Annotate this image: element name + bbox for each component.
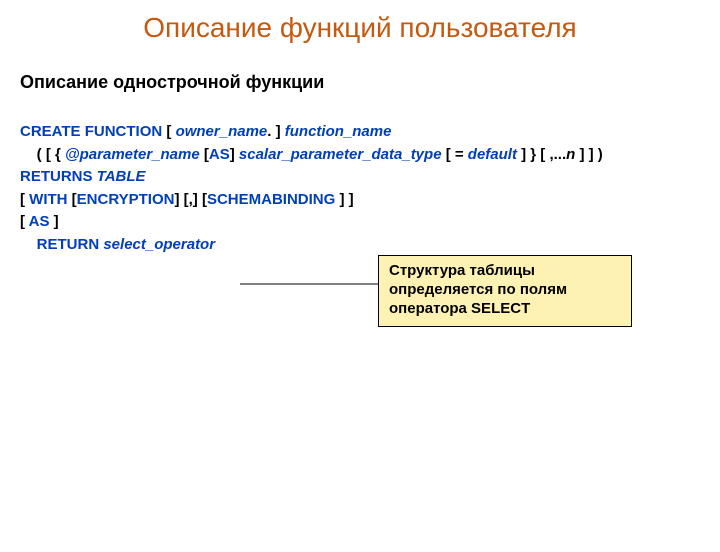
page-title: Описание функций пользователя	[0, 12, 720, 44]
syntax-block: CREATE FUNCTION [ owner_name. ] function…	[20, 121, 720, 256]
syntax-line-1: CREATE FUNCTION [ owner_name. ] function…	[20, 121, 720, 144]
syntax-line-2: ( [ { @parameter_name [AS] scalar_parame…	[20, 144, 720, 167]
syntax-line-4: [ WITH [ENCRYPTION] [,] [SCHEMABINDING ]…	[20, 189, 720, 212]
syntax-line-3: RETURNS TABLE	[20, 166, 720, 189]
section-subtitle: Описание однострочной функции	[20, 72, 720, 93]
callout-connector-icon	[240, 280, 378, 288]
callout-note: Структура таблицы определяется по полям …	[378, 255, 632, 327]
syntax-line-6: RETURN select_operator	[20, 234, 720, 257]
syntax-line-5: [ AS ]	[20, 211, 720, 234]
